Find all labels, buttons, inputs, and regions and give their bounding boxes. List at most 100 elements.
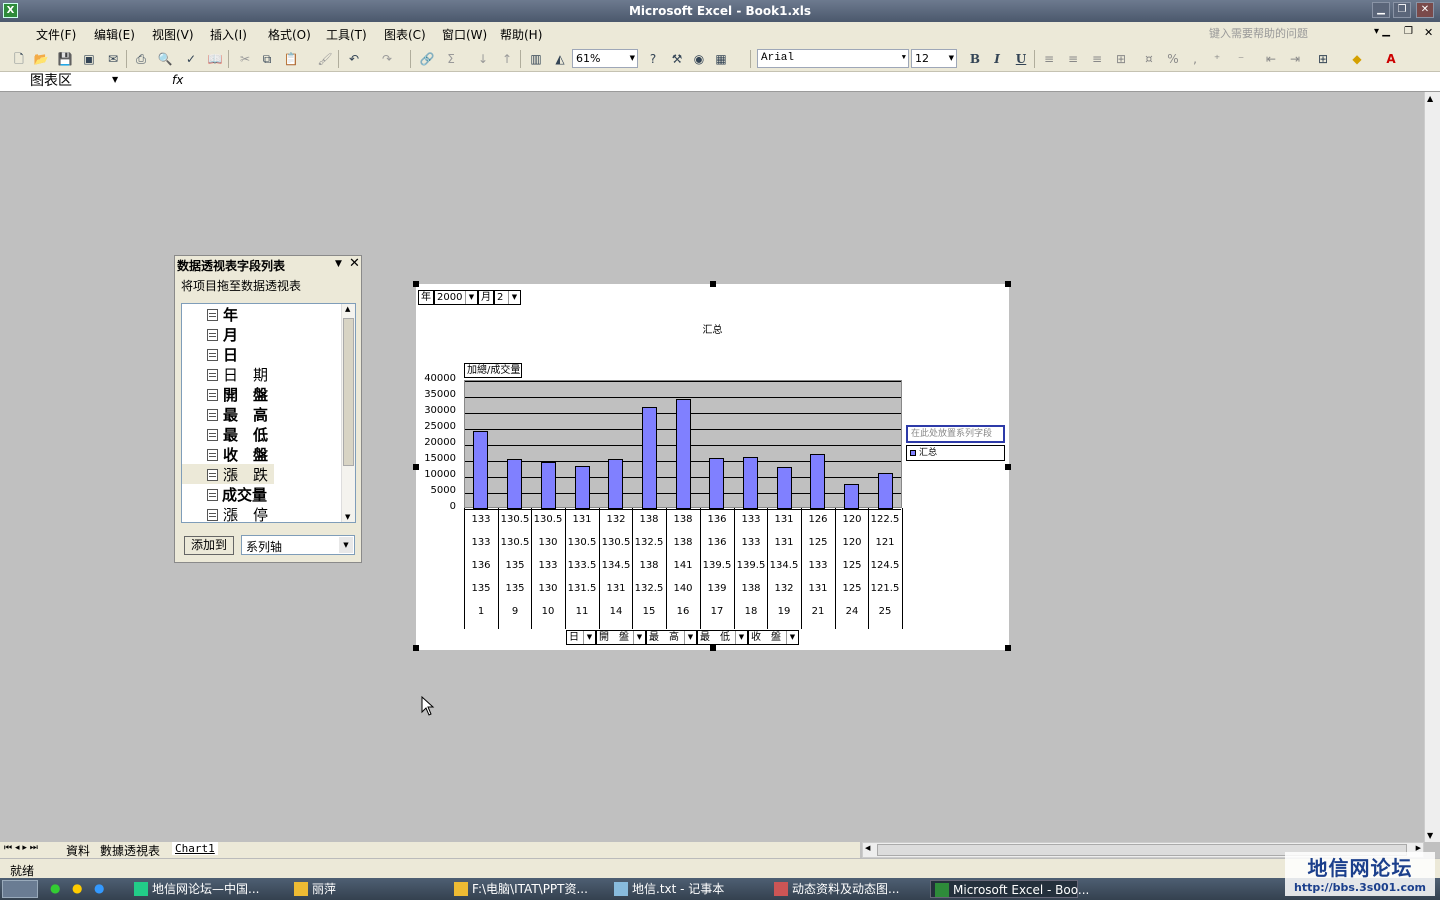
resize-handle[interactable] bbox=[1005, 464, 1011, 470]
chart-bar[interactable] bbox=[709, 458, 724, 509]
calculator-icon[interactable]: ▦ bbox=[712, 50, 730, 68]
resize-handle[interactable] bbox=[710, 645, 716, 651]
start-button[interactable] bbox=[2, 880, 38, 898]
help-search-input[interactable]: 键入需要帮助的问题 bbox=[1205, 25, 1385, 43]
chart-bar[interactable] bbox=[575, 466, 590, 509]
zoom-select[interactable]: 61% ▼ bbox=[572, 49, 638, 68]
quicklaunch-icon[interactable]: ● bbox=[50, 881, 60, 895]
copy-icon[interactable]: ⧉ bbox=[258, 50, 276, 68]
resize-handle[interactable] bbox=[1005, 281, 1011, 287]
email-icon[interactable]: ✉ bbox=[104, 50, 122, 68]
font-select[interactable]: Arial ▼ bbox=[757, 49, 909, 68]
field-list-scrollbar[interactable]: ▲ ▼ bbox=[341, 304, 355, 522]
sort-asc-icon[interactable]: ↓ bbox=[474, 50, 492, 68]
tools-icon[interactable]: ⚒ bbox=[668, 50, 686, 68]
bold-button[interactable]: B bbox=[966, 50, 984, 68]
chart-bar[interactable] bbox=[878, 473, 893, 509]
chart-bar[interactable] bbox=[676, 399, 691, 509]
restore-icon[interactable]: ❐ bbox=[1393, 2, 1411, 18]
open-icon[interactable]: 📂 bbox=[32, 50, 50, 68]
browser-icon[interactable]: ● bbox=[94, 881, 104, 895]
font-color-icon[interactable]: A bbox=[1382, 50, 1400, 68]
menu-window[interactable]: 窗口(W) bbox=[442, 26, 487, 43]
data-field-button[interactable]: 加總/成交量 bbox=[464, 363, 522, 378]
chart-bar[interactable] bbox=[473, 431, 488, 509]
menu-format[interactable]: 格式(O) bbox=[268, 26, 311, 43]
chart-bar[interactable] bbox=[608, 459, 623, 509]
row-field-low[interactable]: 最 低 ▼ bbox=[697, 630, 748, 645]
help-icon[interactable]: ? bbox=[644, 50, 662, 68]
indent-icon[interactable]: ⇥ bbox=[1286, 50, 1304, 68]
chart-wizard-icon[interactable]: ▥ bbox=[527, 50, 545, 68]
sheet-tab[interactable]: 數據透視表 bbox=[100, 842, 160, 859]
chart-title[interactable]: 汇总 bbox=[416, 321, 1009, 336]
autosum-icon[interactable]: Σ bbox=[442, 50, 460, 68]
percent-icon[interactable]: % bbox=[1164, 50, 1182, 68]
sheet-tab-active[interactable]: Chart1 bbox=[172, 842, 218, 855]
field-list[interactable]: 年 月 日 日 期 開 盤 最 高 最 低 收 盤 漲 跌 成交量 漲 停 ▲ … bbox=[181, 303, 356, 523]
save-icon[interactable]: 💾 bbox=[56, 50, 74, 68]
sheet-tab[interactable]: 資料 bbox=[66, 842, 90, 859]
plot-area[interactable] bbox=[464, 380, 902, 510]
sort-desc-icon[interactable]: ↑ bbox=[498, 50, 516, 68]
add-to-button[interactable]: 添加到 bbox=[184, 536, 234, 555]
align-center-icon[interactable]: ≡ bbox=[1064, 50, 1082, 68]
chart-bar[interactable] bbox=[541, 462, 556, 509]
menu-insert[interactable]: 插入(I) bbox=[210, 26, 247, 43]
chart-bar[interactable] bbox=[777, 467, 792, 509]
page-field-month-value[interactable]: 2 ▼ bbox=[494, 290, 521, 305]
currency-icon[interactable]: ¤ bbox=[1140, 50, 1158, 68]
spelling-icon[interactable]: ✓ bbox=[182, 50, 200, 68]
align-left-icon[interactable]: ≡ bbox=[1040, 50, 1058, 68]
close-icon[interactable]: ✕ bbox=[1416, 2, 1434, 18]
name-box[interactable]: 图表区 bbox=[2, 73, 122, 90]
outdent-icon[interactable]: ⇤ bbox=[1262, 50, 1280, 68]
page-field-month[interactable]: 月 bbox=[478, 290, 494, 305]
increase-decimal-icon[interactable]: ⁺ bbox=[1208, 50, 1226, 68]
page-field-year[interactable]: 年 bbox=[418, 290, 434, 305]
row-field-open[interactable]: 開 盤 ▼ bbox=[596, 630, 646, 645]
italic-button[interactable]: I bbox=[988, 50, 1006, 68]
print-icon[interactable]: ⎙ bbox=[132, 50, 150, 68]
print-preview-icon[interactable]: 🔍 bbox=[156, 50, 174, 68]
comma-icon[interactable]: , bbox=[1186, 50, 1204, 68]
drawing-icon[interactable]: ◭ bbox=[551, 50, 569, 68]
align-right-icon[interactable]: ≡ bbox=[1088, 50, 1106, 68]
menu-help[interactable]: 帮助(H) bbox=[500, 26, 542, 43]
undo-icon[interactable]: ↶ bbox=[345, 50, 363, 68]
menu-tools[interactable]: 工具(T) bbox=[326, 26, 367, 43]
redo-icon[interactable]: ↷ bbox=[378, 50, 396, 68]
chart-bar[interactable] bbox=[642, 407, 657, 509]
scroll-right-icon[interactable]: ▶ bbox=[1416, 844, 1421, 852]
menu-chart[interactable]: 图表(C) bbox=[384, 26, 426, 43]
resize-handle[interactable] bbox=[413, 281, 419, 287]
underline-button[interactable]: U bbox=[1012, 50, 1030, 68]
row-field-day[interactable]: 日 ▼ bbox=[566, 630, 596, 645]
doc-restore-icon[interactable]: ❐ bbox=[1404, 26, 1413, 37]
format-painter-icon[interactable]: 🖌 bbox=[316, 50, 334, 68]
menu-view[interactable]: 视图(V) bbox=[152, 26, 194, 43]
taskbar-item[interactable]: 地信网论坛—中国... bbox=[130, 880, 280, 898]
vertical-scrollbar[interactable]: ▲ ▼ bbox=[1424, 92, 1440, 842]
pivot-field-list-panel[interactable]: 数据透视表字段列表 ▼ ✕ 将项目拖至数据透视表 年 月 日 日 期 開 盤 最… bbox=[174, 255, 362, 563]
row-field-high[interactable]: 最 高 ▼ bbox=[646, 630, 697, 645]
font-size-select[interactable]: 12 ▼ bbox=[911, 49, 957, 68]
permission-icon[interactable]: ▣ bbox=[80, 50, 98, 68]
close-icon[interactable]: ✕ bbox=[349, 256, 360, 271]
hyperlink-icon[interactable]: 🔗 bbox=[418, 50, 436, 68]
row-field-close[interactable]: 收 盤 ▼ bbox=[748, 630, 799, 645]
fx-icon[interactable]: fx bbox=[172, 73, 183, 87]
menu-file[interactable]: 文件(F) bbox=[36, 26, 76, 43]
tab-nav-icon[interactable]: ⏮ ◂ ▸ ⏭ bbox=[4, 843, 38, 853]
scroll-left-icon[interactable]: ◀ bbox=[865, 844, 870, 852]
fill-color-icon[interactable]: ◆ bbox=[1348, 50, 1366, 68]
cut-icon[interactable]: ✂ bbox=[236, 50, 254, 68]
taskbar-item[interactable]: 丽萍 bbox=[290, 880, 440, 898]
chart-bar[interactable] bbox=[743, 457, 758, 509]
taskbar-item-active[interactable]: Microsoft Excel - Boo... bbox=[930, 880, 1089, 898]
scroll-down-icon[interactable]: ▼ bbox=[1427, 831, 1433, 840]
legend[interactable]: 汇总 bbox=[906, 445, 1005, 461]
chart-bar[interactable] bbox=[844, 484, 859, 509]
new-icon[interactable]: 🗋 bbox=[10, 50, 28, 68]
borders-icon[interactable]: ⊞ bbox=[1314, 50, 1332, 68]
